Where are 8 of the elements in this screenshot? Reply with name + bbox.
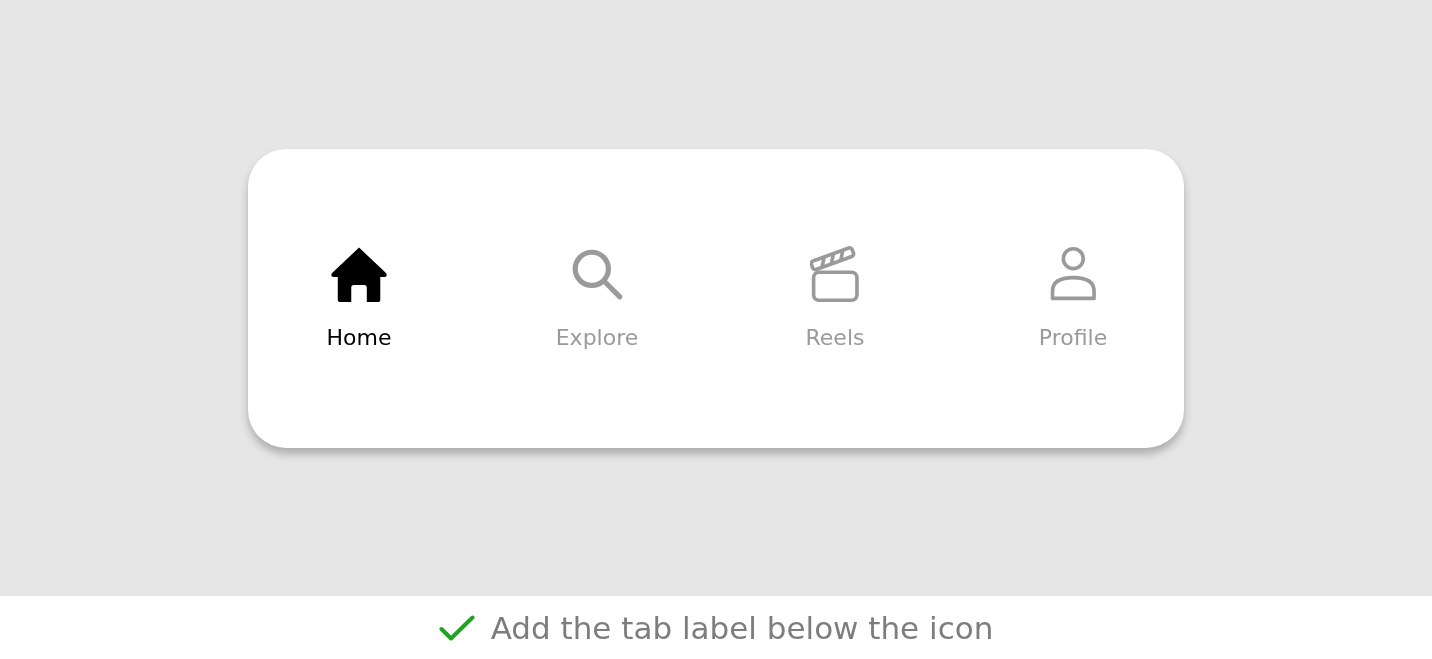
tab[interactable]: Reels (780, 245, 890, 351)
tab[interactable]: Home (304, 245, 414, 351)
tab[interactable]: Explore (542, 245, 652, 351)
clapperboard-icon (809, 245, 861, 302)
tab[interactable]: Profile (1018, 245, 1128, 351)
home-icon (329, 245, 389, 302)
checkmark-icon (438, 614, 475, 641)
caption-text: Add the tab label below the icon (490, 608, 994, 647)
